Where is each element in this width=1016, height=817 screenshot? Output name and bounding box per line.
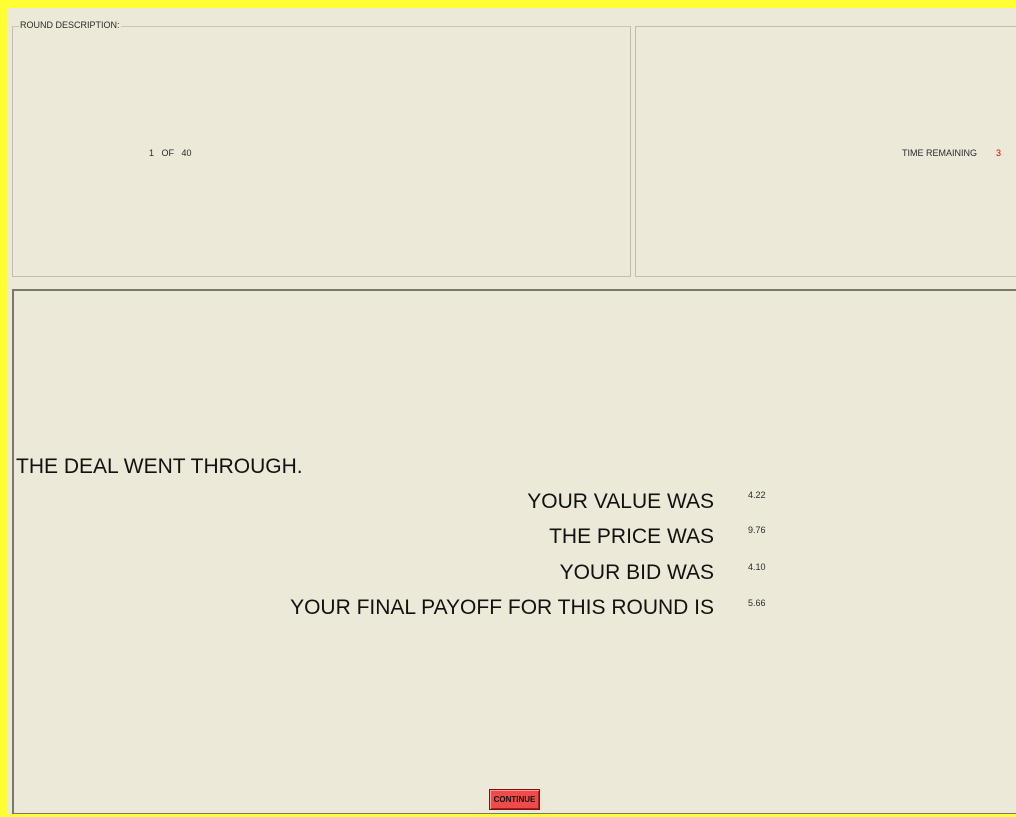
time-remaining-value: 3 — [996, 148, 1002, 158]
value-amount: 4.22 — [748, 490, 766, 500]
continue-button[interactable]: CONTINUE — [489, 789, 540, 810]
time-remaining-label: TIME REMAINING — [902, 148, 978, 158]
payoff-amount: 5.66 — [748, 598, 766, 608]
deal-status-text: THE DEAL WENT THROUGH. — [16, 455, 303, 478]
round-description-panel — [12, 26, 631, 277]
round-counter: 1 OF 40 — [149, 147, 192, 159]
round-number: 1 — [149, 148, 155, 158]
bid-label: YOUR BID WAS — [559, 561, 714, 584]
value-label: YOUR VALUE WAS — [527, 490, 714, 513]
result-panel — [12, 289, 1016, 814]
total-rounds: 40 — [181, 148, 192, 158]
price-label: THE PRICE WAS — [549, 525, 714, 548]
bid-amount: 4.10 — [748, 562, 766, 572]
payoff-label: YOUR FINAL PAYOFF FOR THIS ROUND IS — [290, 596, 714, 619]
round-of-label: OF — [161, 148, 175, 158]
price-amount: 9.76 — [748, 525, 766, 535]
round-description-title: ROUND DESCRIPTION: — [19, 19, 121, 32]
